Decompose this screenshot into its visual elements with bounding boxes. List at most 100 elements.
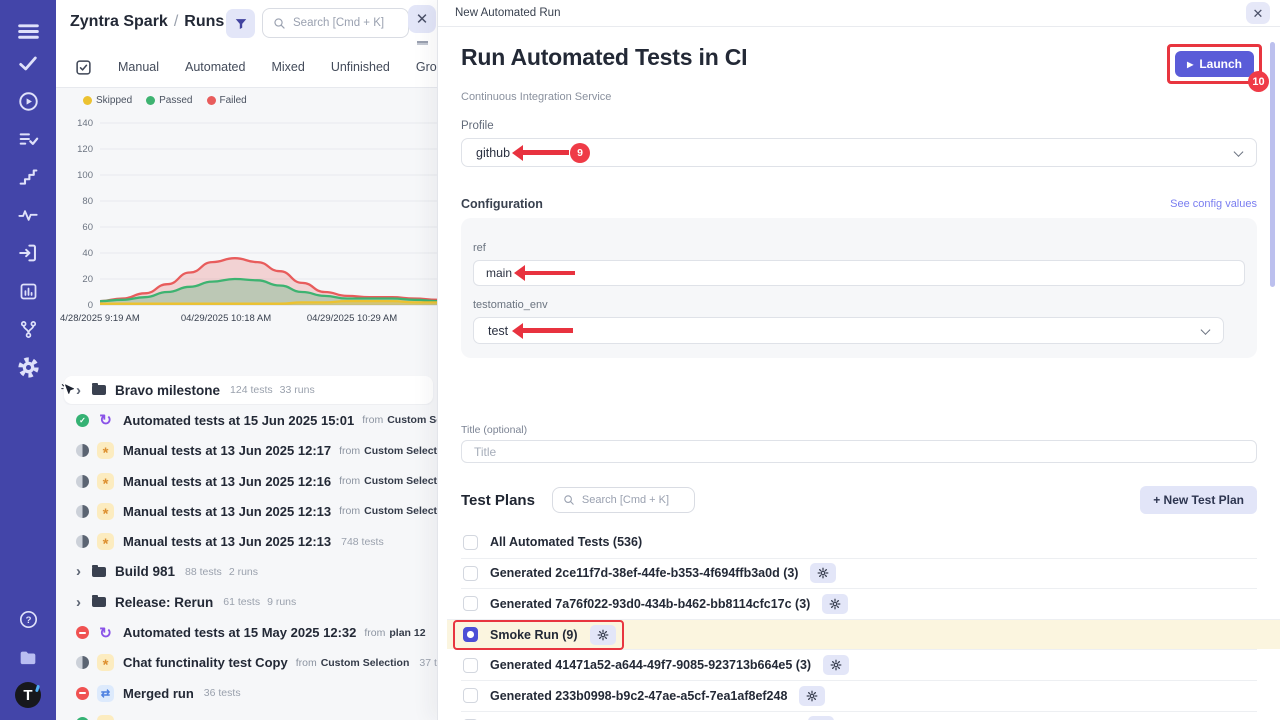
run-list-item[interactable]: *Manual tests at 13 Jun 2025 12:13fromCu… <box>56 496 437 526</box>
status-failed-icon <box>76 626 89 639</box>
launch-button[interactable]: ▶ Launch <box>1175 51 1254 77</box>
import-icon[interactable] <box>0 234 56 272</box>
manual-run-icon: * <box>97 473 114 490</box>
annotation-badge-10: 10 <box>1248 71 1269 92</box>
tab-unfinished[interactable]: Unfinished <box>331 60 390 74</box>
test-plan-row[interactable]: Smoke Run (9) <box>447 619 1280 650</box>
run-list-item[interactable]: *Chat functinality test CopyfromCustom S… <box>56 648 437 678</box>
runs-icon[interactable] <box>0 82 56 120</box>
run-list-item[interactable]: ↻Automated tests at 15 May 2025 12:32fro… <box>56 617 437 647</box>
search-placeholder: Search [Cmd + K] <box>293 17 384 29</box>
tab-groups[interactable]: Groups <box>416 60 437 74</box>
filter-button[interactable] <box>226 9 255 38</box>
test-plan-checkbox[interactable] <box>463 688 478 703</box>
logo-testomatio[interactable]: T <box>0 676 56 714</box>
run-list-item[interactable]: *Manual tests at 13 Jun 2025 12:16fromCu… <box>56 466 437 496</box>
tests-count: 37 tests <box>419 657 437 669</box>
test-plan-label: Generated 233b0998-b9c2-47ae-a5cf-7ea1af… <box>490 689 787 703</box>
test-plan-checkbox[interactable] <box>463 658 478 673</box>
test-plan-gear-button[interactable] <box>822 594 848 614</box>
manual-run-icon: * <box>97 503 114 520</box>
folder-icon <box>92 385 106 395</box>
runs-panel-header: Zyntra Spark/Runs Search [Cmd + K] ✕ <box>56 0 437 47</box>
title-input[interactable]: Title <box>461 440 1257 463</box>
play-icon: ▶ <box>1187 60 1193 69</box>
test-plan-checkbox[interactable] <box>463 566 478 581</box>
legend-dot <box>207 96 216 105</box>
testomatio-env-select[interactable]: test <box>473 317 1224 344</box>
test-plan-core: Generated 7a76f022-93d0-434b-b462-bb8114… <box>453 589 856 619</box>
select-all-runs-icon[interactable] <box>75 59 92 76</box>
run-group-row[interactable]: ›Build 98188 tests2 runs <box>56 557 437 587</box>
profile-value: github <box>476 146 510 160</box>
drawer-close-button[interactable]: ✕ <box>1246 2 1270 24</box>
steps-icon[interactable] <box>0 158 56 196</box>
run-list-item[interactable]: *Manual tests at 13 Jun 2025 12:17fromCu… <box>56 436 437 466</box>
tab-mixed[interactable]: Mixed <box>271 60 304 74</box>
profile-select[interactable]: github 9 <box>461 138 1257 167</box>
test-plan-row[interactable]: Generated a4d690b7-8889-4ae1-92aa-0c3001… <box>461 711 1257 720</box>
manual-run-icon: * <box>97 442 114 459</box>
test-plan-row[interactable]: All Automated Tests (536) <box>461 527 1257 558</box>
run-list-item[interactable]: ✓↻Automated tests at 15 Jun 2025 15:01fr… <box>56 405 437 435</box>
launch-label: Launch <box>1199 57 1242 71</box>
settings-gear-icon[interactable] <box>0 348 56 386</box>
test-plans-list: All Automated Tests (536)Generated 2ce11… <box>461 527 1257 720</box>
run-title: Merged run <box>123 686 194 701</box>
test-plan-checkbox[interactable] <box>463 596 478 611</box>
configuration-label: Configuration <box>461 197 543 211</box>
test-plan-checkbox[interactable] <box>463 627 478 642</box>
analytics-icon[interactable] <box>0 272 56 310</box>
test-plan-gear-button[interactable] <box>823 655 849 675</box>
breadcrumb: Zyntra Spark/Runs <box>70 13 224 31</box>
from-label: from <box>364 627 385 639</box>
tab-automated[interactable]: Automated <box>185 60 245 74</box>
from-source: Custom Selection <box>364 505 437 517</box>
from-source: Custom Selection <box>364 445 437 457</box>
test-plan-row[interactable]: Generated 233b0998-b9c2-47ae-a5cf-7ea1af… <box>461 680 1257 711</box>
run-list-item[interactable]: *Manual tests at 13 Jun 2025 12:13748 te… <box>56 526 437 556</box>
docs-icon[interactable] <box>0 638 56 676</box>
test-plans-search-input[interactable]: Search [Cmd + K] <box>552 487 695 513</box>
run-list-item[interactable]: ✓* <box>56 708 437 720</box>
tests-count: 748 tests <box>341 536 384 548</box>
run-title: Manual tests at 13 Jun 2025 12:17 <box>123 443 331 458</box>
runs-tabs: Manual Automated Mixed Unfinished Groups <box>56 47 437 88</box>
test-plan-checkbox[interactable] <box>463 535 478 550</box>
new-test-plan-button[interactable]: + New Test Plan <box>1140 486 1257 514</box>
ref-label: ref <box>473 242 1245 254</box>
expand-chevron-icon[interactable]: › <box>76 382 81 399</box>
help-icon[interactable]: ? <box>0 600 56 638</box>
run-list-item[interactable]: ⇄Merged run36 tests <box>56 678 437 708</box>
project-name[interactable]: Zyntra Spark <box>70 13 168 30</box>
y-tick: 0 <box>56 300 93 311</box>
test-plan-row[interactable]: Generated 41471a52-a644-49f7-9085-923713… <box>461 649 1257 680</box>
see-config-values-link[interactable]: See config values <box>1170 198 1257 210</box>
tests-count: 124 tests <box>230 384 273 396</box>
test-plan-gear-button[interactable] <box>810 563 836 583</box>
suites-icon[interactable] <box>0 120 56 158</box>
ref-input[interactable]: main <box>473 260 1245 286</box>
test-plan-gear-button[interactable] <box>590 625 616 645</box>
tab-manual[interactable]: Manual <box>118 60 159 74</box>
scrollbar-thumb[interactable] <box>1270 42 1275 287</box>
runs-search-input[interactable]: Search [Cmd + K] <box>262 8 409 38</box>
expand-chevron-icon[interactable]: › <box>76 563 81 580</box>
pulse-icon[interactable] <box>0 196 56 234</box>
test-plan-gear-button[interactable] <box>808 716 834 720</box>
test-plan-gear-button[interactable] <box>799 686 825 706</box>
status-running-icon <box>76 444 89 457</box>
x-tick: 4/28/2025 9:19 AM <box>60 313 140 324</box>
expand-chevron-icon[interactable]: › <box>76 594 81 611</box>
branches-icon[interactable] <box>0 310 56 348</box>
configuration-box: ref main testomatio_env test <box>461 218 1257 358</box>
annotation-badge-9: 9 <box>570 143 590 163</box>
test-plan-row[interactable]: Generated 2ce11f7d-38ef-44fe-b353-4f694f… <box>461 558 1257 589</box>
test-plan-row[interactable]: Generated 7a76f022-93d0-434b-b462-bb8114… <box>461 588 1257 619</box>
checks-icon[interactable] <box>0 44 56 82</box>
panel-close-button[interactable]: ✕ <box>408 5 436 33</box>
run-group-row[interactable]: ›Release: Rerun61 tests9 runs <box>56 587 437 617</box>
y-tick: 80 <box>56 196 93 207</box>
run-group-row[interactable]: ›Bravo milestone124 tests33 runs <box>56 375 437 405</box>
status-passed-icon: ✓ <box>76 414 89 427</box>
